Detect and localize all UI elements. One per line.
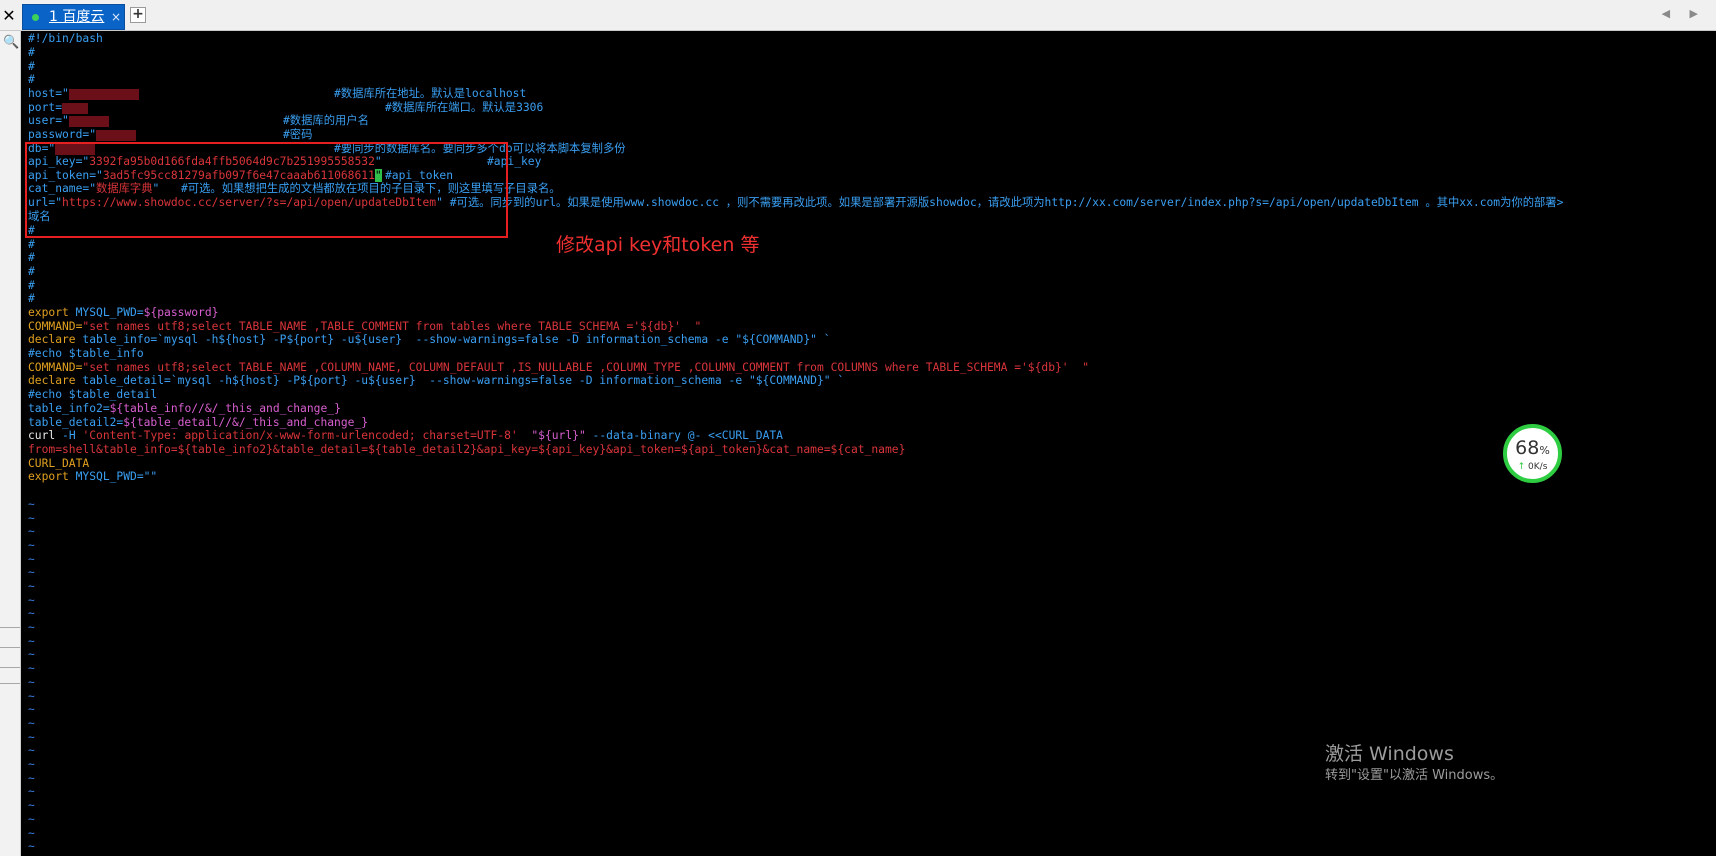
- empty-line-marker: ~: [28, 566, 35, 579]
- close-icon[interactable]: ✕: [0, 4, 18, 28]
- redacted-value: [68, 88, 139, 100]
- script-line-echo1: #echo $table_info: [28, 347, 144, 360]
- script-line-from: from=shell&table_info=${table_info2}&tab…: [28, 443, 906, 456]
- script-line-user: user=" #数据库的用户名: [28, 114, 369, 127]
- script-line-declare1: declare table_info=`mysql -h${host} -P${…: [28, 333, 831, 346]
- script-line-password: password=" #密码: [28, 128, 313, 141]
- script-line-declare2: declare table_detail=`mysql -h${host} -P…: [28, 374, 845, 387]
- annotation-text: 修改api key和token 等: [556, 234, 760, 256]
- upload-arrow-icon: ↑: [1517, 462, 1526, 472]
- empty-line-marker: ~: [28, 525, 35, 538]
- empty-line-marker: ~: [28, 648, 35, 661]
- divider: [0, 667, 20, 668]
- tab-bar: ✕ 1 百度云 × + ◀ ▶: [0, 0, 1716, 31]
- speed-rate: ↑ 0K/s: [1517, 462, 1548, 472]
- empty-line-marker: ~: [28, 607, 35, 620]
- tab-scroll-arrows[interactable]: ◀ ▶: [1662, 7, 1706, 20]
- redacted-value: [96, 129, 137, 141]
- script-line-export2: export MYSQL_PWD="": [28, 470, 158, 483]
- highlight-box: [25, 142, 508, 238]
- divider: [0, 627, 20, 628]
- empty-line-marker: ~: [28, 785, 35, 798]
- script-line: #: [28, 46, 35, 59]
- redacted-value: [62, 102, 89, 114]
- empty-line-marker: ~: [28, 840, 35, 853]
- script-line: #: [28, 73, 35, 86]
- empty-line-marker: ~: [28, 758, 35, 771]
- empty-line-marker: ~: [28, 676, 35, 689]
- left-panel-strip: 🔍: [0, 31, 21, 856]
- script-line: #: [28, 265, 35, 278]
- script-line-curl: curl -H 'Content-Type: application/x-www…: [28, 429, 783, 442]
- script-line: #: [28, 292, 35, 305]
- divider: [0, 647, 20, 648]
- tab-label: 1 百度云: [49, 9, 105, 25]
- watermark-subtitle: 转到"设置"以激活 Windows。: [1325, 768, 1504, 783]
- new-tab-button[interactable]: +: [130, 7, 146, 23]
- empty-line-marker: ~: [28, 813, 35, 826]
- empty-line-marker: ~: [28, 498, 35, 511]
- script-line-echo2: #echo $table_detail: [28, 388, 158, 401]
- empty-line-marker: ~: [28, 580, 35, 593]
- network-speed-widget[interactable]: 68% ↑ 0K/s: [1503, 424, 1562, 483]
- empty-line-marker: ~: [28, 744, 35, 757]
- empty-line-marker: ~: [28, 662, 35, 675]
- empty-line-marker: ~: [28, 703, 35, 716]
- empty-line-marker: ~: [28, 799, 35, 812]
- empty-line-marker: ~: [28, 539, 35, 552]
- search-icon[interactable]: 🔍: [3, 35, 19, 50]
- redacted-value: [68, 115, 109, 127]
- connection-status-icon: [32, 14, 39, 21]
- empty-line-marker: ~: [28, 621, 35, 634]
- activation-watermark: 激活 Windows 转到"设置"以激活 Windows。: [1325, 741, 1503, 785]
- speed-percent: 68%: [1515, 437, 1550, 459]
- divider: [0, 683, 20, 684]
- script-line: #: [28, 251, 35, 264]
- tab-close-icon[interactable]: ×: [111, 5, 121, 29]
- script-line-table-info2: table_info2=${table_info//&/_this_and_ch…: [28, 402, 341, 415]
- tab-baiduyun[interactable]: 1 百度云 ×: [22, 4, 125, 30]
- empty-line-marker: ~: [28, 717, 35, 730]
- watermark-title: 激活 Windows: [1325, 743, 1454, 765]
- script-line-host: host=" #数据库所在地址。默认是localhost: [28, 87, 527, 100]
- script-line-export: export MYSQL_PWD=${password}: [28, 306, 219, 319]
- script-line: #!/bin/bash: [28, 32, 103, 45]
